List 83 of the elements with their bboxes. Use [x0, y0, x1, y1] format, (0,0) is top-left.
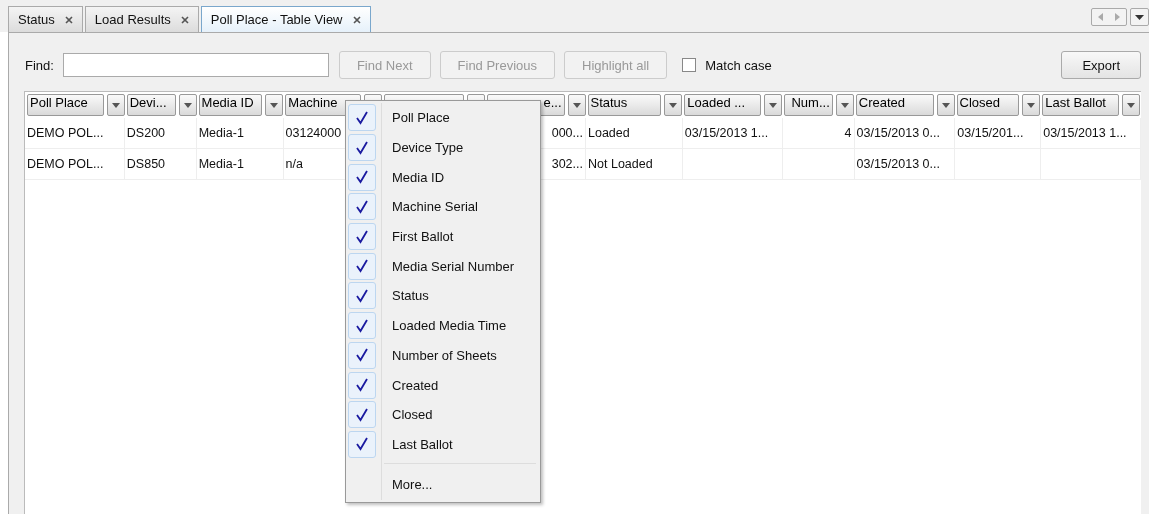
table-cell: DS850 — [126, 157, 166, 171]
column-header[interactable]: Devi... — [126, 94, 176, 116]
column-header[interactable]: Num... — [783, 94, 833, 116]
menu-item[interactable]: Machine Serial — [348, 192, 536, 222]
check-icon — [356, 140, 368, 155]
caret-icon — [1027, 102, 1036, 108]
check-icon — [356, 110, 368, 125]
check-icon — [356, 229, 368, 244]
table-cell: Loaded — [588, 126, 630, 140]
column-dropdown[interactable] — [763, 94, 782, 116]
table-cell: 03/15/201... — [957, 126, 1024, 140]
table-cell: 4 — [844, 126, 852, 140]
table-cell: 03/15/2013 1... — [684, 126, 769, 140]
match-case-label: Match case — [705, 57, 772, 73]
close-icon[interactable] — [352, 15, 361, 24]
table-cell: 03/15/2013 1... — [1043, 126, 1127, 140]
menu-item[interactable]: Media Serial Number — [348, 251, 536, 282]
menu-item[interactable]: Number of Sheets — [348, 340, 536, 371]
column-dropdown[interactable] — [567, 94, 586, 116]
menu-item[interactable]: Created — [348, 370, 536, 400]
table-cell: Media-1 — [198, 126, 244, 140]
check-icon — [356, 199, 368, 214]
menu-item[interactable]: Loaded Media Time — [348, 310, 536, 341]
check-icon — [356, 170, 368, 185]
table-cell: 302... — [551, 157, 583, 171]
menu-item[interactable]: More... — [348, 470, 536, 499]
caret-icon — [270, 102, 279, 108]
column-header[interactable]: Loaded ... — [684, 94, 761, 116]
column-dropdown[interactable] — [1022, 94, 1041, 116]
find-label: Find: — [25, 57, 54, 73]
dropdown-icon[interactable] — [1130, 8, 1149, 26]
column-header[interactable]: Closed — [956, 94, 1020, 116]
caret-icon — [768, 102, 777, 108]
menu-item[interactable]: Status — [348, 281, 536, 311]
table-cell: 03/15/2013 0... — [856, 157, 940, 171]
caret-icon — [669, 102, 678, 108]
close-icon[interactable] — [180, 15, 189, 24]
menu-item[interactable]: Closed — [348, 399, 536, 430]
column-header[interactable]: Media ID — [198, 94, 263, 116]
check-icon — [356, 407, 368, 422]
column-header[interactable]: Created — [855, 94, 934, 116]
check-icon — [356, 348, 368, 363]
tab[interactable]: Load Results — [84, 6, 199, 32]
check-icon — [356, 378, 368, 393]
close-icon[interactable] — [64, 15, 73, 24]
column-dropdown[interactable] — [1122, 94, 1140, 116]
column-dropdown[interactable] — [835, 94, 854, 116]
table-cell: DS200 — [126, 126, 166, 140]
check-icon — [356, 437, 368, 452]
check-icon — [356, 288, 368, 303]
column-dropdown[interactable] — [936, 94, 955, 116]
column-header[interactable]: Status — [587, 94, 662, 116]
column-dropdown[interactable] — [265, 94, 284, 116]
caret-icon — [941, 102, 950, 108]
column-dropdown[interactable] — [664, 94, 683, 116]
caret-icon — [111, 102, 120, 108]
table-cell: DEMO POL... — [27, 126, 104, 140]
caret-icon — [183, 102, 192, 108]
column-dropdown[interactable] — [106, 94, 125, 116]
table-cell: 03124000 — [285, 126, 342, 140]
column-header[interactable]: Poll Place — [27, 94, 104, 116]
table-cell: Media-1 — [198, 157, 244, 171]
caret-icon — [1127, 102, 1135, 108]
table-cell: n/a — [285, 157, 303, 171]
caret-icon — [572, 102, 581, 108]
column-header[interactable]: Last Ballot — [1042, 94, 1119, 116]
menu-item[interactable]: Last Ballot — [348, 429, 536, 460]
tab[interactable]: Status — [8, 6, 83, 32]
table-cell: 03/15/2013 0... — [856, 126, 940, 140]
menu-item[interactable]: First Ballot — [348, 221, 536, 252]
menu-item[interactable]: Device Type — [348, 132, 536, 163]
column-dropdown[interactable] — [178, 94, 197, 116]
check-icon — [356, 318, 368, 333]
table-cell: Not Loaded — [588, 157, 653, 171]
find-field[interactable] — [62, 53, 329, 77]
menu-item[interactable]: Media ID — [348, 162, 536, 193]
table-cell: 000... — [551, 126, 583, 140]
caret-icon — [840, 102, 849, 108]
export-button[interactable]: Export — [1061, 51, 1141, 79]
tab[interactable]: Poll Place - Table View — [200, 6, 371, 32]
checkbox[interactable] — [682, 58, 697, 72]
table-cell: DEMO POL... — [27, 157, 104, 171]
check-icon — [356, 259, 368, 274]
